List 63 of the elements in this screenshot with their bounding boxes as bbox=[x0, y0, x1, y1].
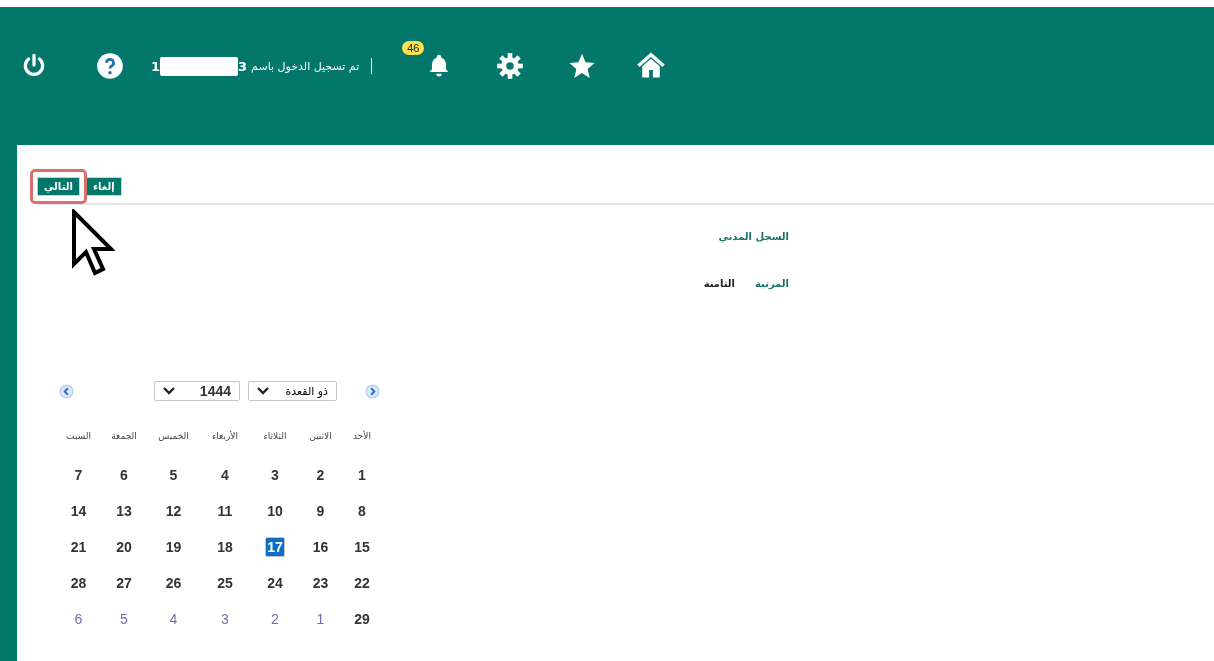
calendar-day[interactable]: 17 bbox=[265, 537, 285, 557]
weekday-label: الأحد bbox=[352, 431, 372, 441]
calendar-day[interactable]: 12 bbox=[164, 502, 183, 520]
notification-badge: 46 bbox=[402, 41, 425, 55]
calendar-day[interactable]: 11 bbox=[216, 502, 234, 520]
weekday-label: الجمعة bbox=[110, 431, 138, 441]
month-dropdown[interactable]: ذو القعدة bbox=[248, 381, 337, 401]
calendar-day[interactable]: 3 bbox=[220, 610, 230, 628]
calendar-day[interactable]: 2 bbox=[315, 466, 326, 484]
calendar-day[interactable]: 13 bbox=[115, 502, 133, 520]
calendar-day[interactable]: 25 bbox=[216, 574, 234, 592]
calendar-day[interactable]: 16 bbox=[311, 538, 330, 556]
username-digit: 1 bbox=[151, 58, 161, 74]
power-icon[interactable] bbox=[21, 52, 47, 78]
weekday-label: الاثنين bbox=[308, 431, 333, 441]
calendar-day[interactable]: 8 bbox=[357, 502, 367, 520]
weekday-label: الثلاثاء bbox=[262, 431, 288, 441]
calendar-day[interactable]: 18 bbox=[216, 538, 234, 556]
home-icon[interactable] bbox=[636, 50, 667, 80]
weekday-label: الخميس bbox=[157, 431, 190, 441]
calendar-day[interactable]: 28 bbox=[69, 574, 88, 592]
field-value: الثامنة bbox=[703, 278, 735, 289]
calendar-day[interactable]: 6 bbox=[119, 466, 129, 484]
chevron-icon bbox=[163, 387, 175, 395]
settings-icon[interactable] bbox=[496, 52, 525, 80]
calendar-day[interactable]: 1 bbox=[315, 610, 326, 628]
login-label: تم تسجيل الدخول باسم bbox=[251, 59, 360, 73]
calendar-day[interactable]: 4 bbox=[168, 610, 179, 628]
calendar-day[interactable]: 29 bbox=[353, 610, 371, 628]
calendar-day[interactable]: 15 bbox=[353, 538, 371, 556]
previous-month-icon[interactable] bbox=[59, 383, 74, 399]
year-dropdown[interactable]: 1444 bbox=[154, 381, 240, 401]
calendar-day[interactable]: 19 bbox=[164, 538, 183, 556]
calendar-day[interactable]: 23 bbox=[311, 574, 330, 592]
calendar-day[interactable]: 7 bbox=[73, 466, 84, 484]
action-button[interactable]: التالي bbox=[37, 176, 80, 196]
star-icon[interactable] bbox=[568, 52, 597, 80]
calendar-day[interactable]: 26 bbox=[164, 574, 183, 592]
field-label: السجل المدني bbox=[718, 231, 789, 242]
calendar-day[interactable]: 14 bbox=[69, 502, 88, 520]
calendar-day[interactable]: 5 bbox=[119, 610, 129, 628]
field-label: المرتبة bbox=[755, 278, 789, 289]
username-digit: 3 bbox=[238, 58, 248, 74]
weekday-label: الأربعاء bbox=[211, 431, 239, 441]
calendar-day[interactable]: 1 bbox=[357, 466, 367, 484]
weekday-label: السبت bbox=[65, 431, 92, 441]
calendar-day[interactable]: 21 bbox=[69, 538, 88, 556]
calendar-day[interactable]: 22 bbox=[353, 574, 371, 592]
calendar-day[interactable]: 4 bbox=[220, 466, 230, 484]
calendar-day[interactable]: 9 bbox=[315, 502, 326, 520]
calendar-day[interactable]: 27 bbox=[115, 574, 133, 592]
calendar-day[interactable]: 6 bbox=[73, 610, 84, 628]
chevron-icon bbox=[257, 387, 269, 395]
next-month-icon[interactable] bbox=[365, 383, 380, 399]
calendar-day[interactable]: 20 bbox=[115, 538, 133, 556]
calendar-day[interactable]: 3 bbox=[270, 466, 280, 484]
action-button[interactable]: إلغاء bbox=[85, 176, 122, 196]
calendar-day[interactable]: 2 bbox=[270, 610, 280, 628]
cursor-icon bbox=[71, 209, 115, 277]
calendar-day[interactable]: 10 bbox=[266, 502, 284, 520]
help-icon[interactable] bbox=[96, 52, 124, 80]
calendar-day[interactable]: 5 bbox=[168, 466, 179, 484]
calendar-day[interactable]: 24 bbox=[266, 574, 284, 592]
